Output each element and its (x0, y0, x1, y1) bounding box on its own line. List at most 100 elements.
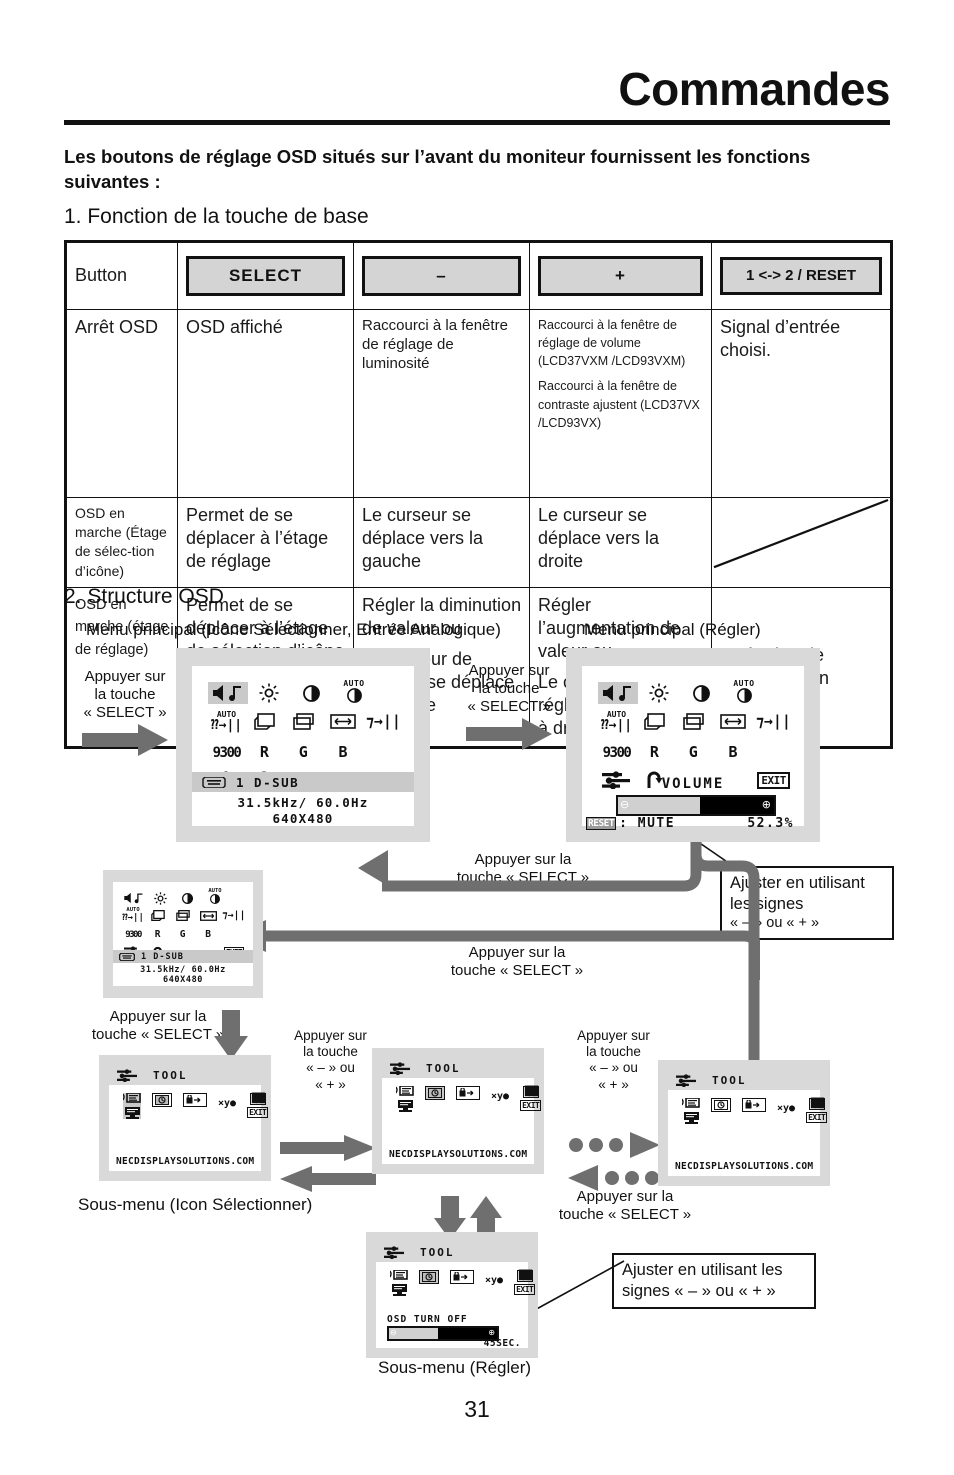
reset-tag-icon[interactable]: RESET (586, 817, 617, 830)
language-icon[interactable] (396, 1086, 414, 1112)
h-size-icon[interactable] (323, 708, 364, 734)
button-select[interactable]: SELECT (186, 256, 345, 296)
osd-resolution-label: 640X480 (162, 975, 204, 985)
auto-contrast-icon[interactable]: AUTO (332, 678, 376, 704)
cell-text-secondary: Raccourci à la fenêtre de contraste ajus… (538, 379, 700, 430)
v-position-icon[interactable] (674, 708, 713, 734)
osd-tool-title: TOOL (712, 1073, 747, 1087)
icon-label: 9300 (602, 745, 632, 761)
button-minus[interactable]: – (362, 256, 521, 296)
plus-knob-icon[interactable]: ⊕ (762, 798, 771, 811)
cell-icon-stage-reset-empty (711, 497, 892, 588)
monitor-info-icon[interactable]: ███ EXIT (806, 1098, 828, 1123)
resolution-notifier-icon[interactable]: ×y● (777, 1098, 795, 1116)
resolution-notifier-icon[interactable]: ×y● (485, 1270, 503, 1288)
speaker-note-icon[interactable] (121, 891, 147, 905)
speaker-note-icon[interactable] (598, 682, 638, 704)
color-blue-icon[interactable]: B (195, 929, 221, 940)
osd-lock-icon[interactable] (456, 1086, 480, 1100)
monitor-info-icon[interactable]: ███ EXIT (247, 1093, 269, 1118)
monitor-info-icon[interactable]: ███ EXIT (520, 1086, 542, 1111)
h-position-icon[interactable] (145, 907, 170, 924)
osd-volume-label: VOLUME (661, 776, 725, 792)
osd-lock-icon[interactable] (450, 1270, 474, 1284)
auto-contrast-icon[interactable]: AUTO (201, 888, 229, 905)
osd-lock-icon[interactable] (742, 1098, 766, 1112)
color-blue-icon[interactable]: B (713, 743, 754, 761)
fine-icon[interactable]: ⁊→|| (753, 708, 794, 734)
auto-adjust-icon[interactable]: AUTO ⁇→|| (208, 708, 245, 734)
osd-screen: TOOL ×y● ███ EXIT (668, 1070, 828, 1176)
exit-icon[interactable]: EXIT (514, 1284, 536, 1295)
osd-turn-off-slider[interactable]: ⊖ ⊕ (387, 1326, 499, 1341)
contrast-icon[interactable] (680, 682, 722, 704)
color-red-icon[interactable]: R (145, 929, 170, 940)
osd-screen: AUTO AUTO ⁇→|| (582, 666, 804, 831)
osd-turn-off-value: 45SEC. (483, 1338, 521, 1349)
brightness-icon[interactable] (638, 682, 680, 704)
fine-icon[interactable]: ⁊→|| (363, 708, 404, 734)
osd-timer-icon[interactable] (711, 1098, 731, 1112)
section-1-heading: 1. Fonction de la touche de base (64, 205, 369, 228)
color-temp-9300-icon[interactable]: 9300 (598, 745, 635, 761)
h-size-icon[interactable] (713, 708, 754, 734)
fine-icon[interactable]: ⁊→|| (221, 907, 247, 924)
auto-adjust-icon[interactable]: AUTO ⁇→|| (598, 708, 635, 734)
flow-arrow-left-1 (280, 1166, 376, 1192)
color-temp-9300-icon[interactable]: 9300 (121, 930, 145, 940)
h-position-icon[interactable] (245, 708, 284, 734)
language-icon[interactable] (123, 1093, 141, 1119)
osd-timer-icon[interactable] (419, 1270, 439, 1284)
osd-screen: TOOL ×y● ███ EXIT (109, 1065, 269, 1171)
speaker-note-icon[interactable] (208, 682, 248, 704)
exit-icon[interactable]: EXIT (520, 1100, 542, 1111)
resolution-notifier-icon[interactable]: ×y● (491, 1086, 509, 1104)
exit-icon[interactable]: EXIT (247, 1107, 269, 1118)
document-page: Commandes Les boutons de réglage OSD sit… (0, 0, 954, 1475)
minus-knob-icon[interactable]: ⊖ (620, 798, 629, 811)
title-divider (64, 120, 890, 125)
minus-knob-icon[interactable]: ⊖ (390, 1328, 397, 1337)
exit-icon[interactable]: EXIT (806, 1112, 828, 1123)
brightness-icon[interactable] (248, 682, 290, 704)
color-red-icon[interactable]: R (245, 743, 284, 761)
plus-knob-icon[interactable]: ⊕ (488, 1328, 495, 1337)
contrast-icon[interactable] (290, 682, 332, 704)
osd-mute-row: RESET : MUTE 52.3% (586, 816, 800, 831)
cell-icon-stage-plus: Le curseur se déplace vers la droite (529, 497, 712, 588)
osd-icon-grid: AUTO AUTO ⁇→|| (121, 888, 247, 958)
color-green-icon[interactable]: G (674, 743, 713, 761)
language-icon[interactable] (682, 1098, 700, 1124)
icon-label: 9300 (125, 930, 142, 940)
color-red-icon[interactable]: R (635, 743, 674, 761)
icon-label: R (259, 743, 269, 761)
h-position-icon[interactable] (635, 708, 674, 734)
volume-slider-fill (618, 797, 700, 814)
tool-icon-row: ×y● ███ EXIT (390, 1270, 536, 1296)
button-plus[interactable]: + (538, 256, 703, 296)
contrast-icon[interactable] (174, 891, 201, 905)
v-position-icon[interactable] (170, 907, 195, 924)
language-icon[interactable] (390, 1270, 408, 1296)
color-temp-9300-icon[interactable]: 9300 (208, 745, 245, 761)
button-input-reset[interactable]: 1 <-> 2 / RESET (720, 257, 882, 295)
osd-lock-icon[interactable] (183, 1093, 207, 1107)
brightness-icon[interactable] (147, 891, 174, 905)
icon-label: G (688, 743, 698, 761)
volume-slider[interactable]: ⊖ ⊕ (616, 795, 776, 816)
color-green-icon[interactable]: G (284, 743, 323, 761)
osd-timer-icon[interactable] (152, 1093, 172, 1107)
tool-icon-row: ×y● ███ EXIT (682, 1098, 828, 1124)
monitor-info-icon[interactable]: ███ EXIT (514, 1270, 536, 1295)
cell-text-primary: Raccourci à la fenêtre de réglage de vol… (538, 318, 686, 369)
auto-contrast-icon[interactable]: AUTO (722, 678, 766, 704)
v-position-icon[interactable] (284, 708, 323, 734)
icon-label: B (205, 929, 211, 940)
resolution-notifier-icon[interactable]: ×y● (218, 1093, 236, 1111)
instruction-press-select-1: Appuyer sur la touche « SELECT » (83, 668, 167, 721)
osd-timer-icon[interactable] (425, 1086, 445, 1100)
h-size-icon[interactable] (195, 907, 221, 924)
auto-adjust-icon[interactable]: AUTO ⁇→|| (121, 907, 145, 924)
color-blue-icon[interactable]: B (323, 743, 364, 761)
color-green-icon[interactable]: G (170, 929, 195, 940)
